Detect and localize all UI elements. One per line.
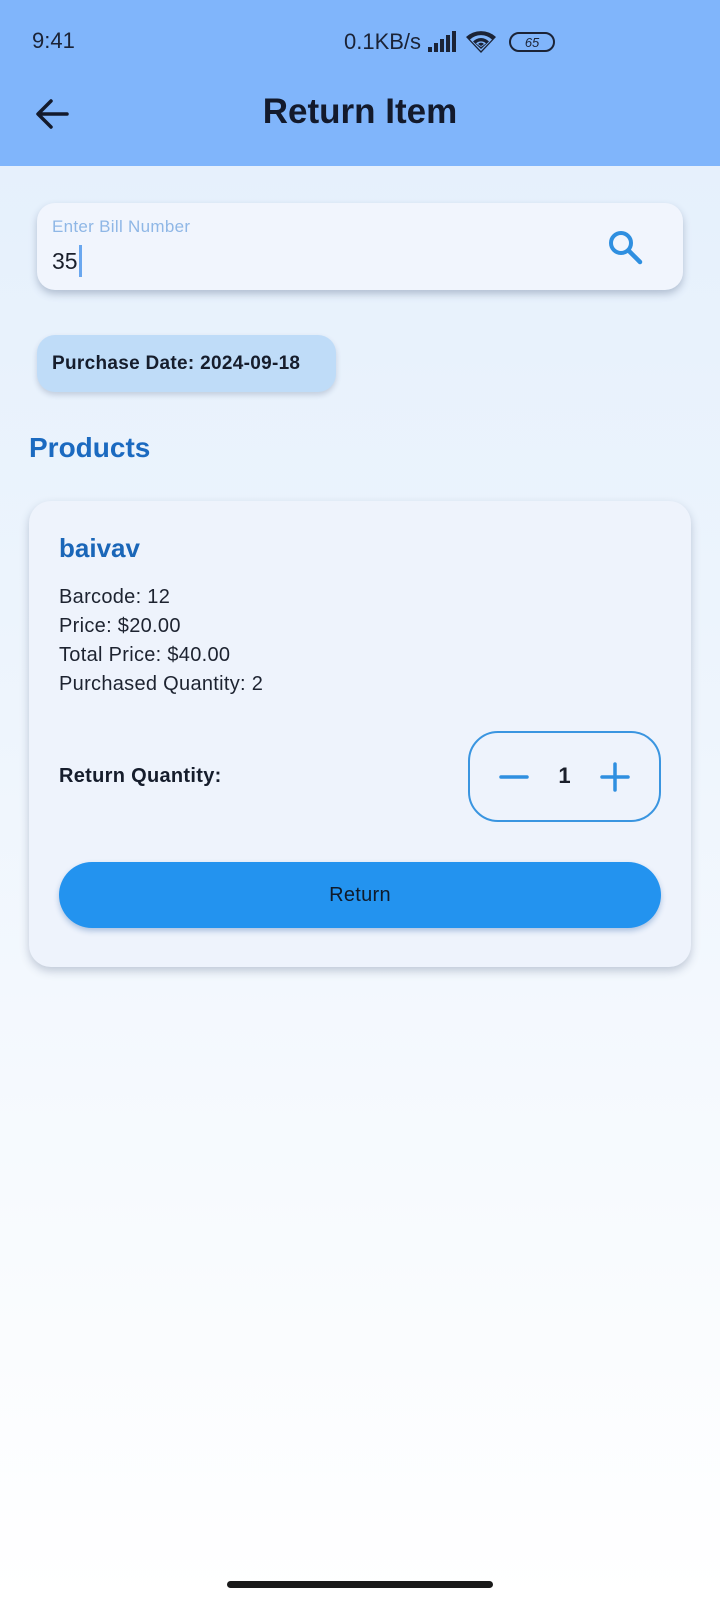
return-quantity-stepper: 1 [468,731,661,822]
increase-quantity-button[interactable] [591,753,639,801]
signal-icon [428,31,457,52]
product-price: Price: $20.00 [59,615,181,637]
product-card: baivav Barcode: 12 Price: $20.00 Total P… [29,501,691,967]
battery-level: 65 [524,34,540,50]
product-purchased-quantity: Purchased Quantity: 2 [59,673,264,695]
bill-number-value: 35 [52,247,78,274]
bill-number-label: Enter Bill Number [52,217,191,236]
status-icons: 0.1KB/s 65 [344,28,556,56]
purchase-date-chip: Purchase Date: 2024-09-18 [37,335,336,392]
products-heading: Products [29,432,151,463]
battery-icon: 65 [509,32,556,52]
text-cursor [78,245,82,277]
status-time: 9:41 [32,28,75,53]
plus-icon [600,762,630,792]
page-title: Return Item [262,92,458,131]
app-bar: 9:41 0.1KB/s 65 Return Item [0,0,720,166]
search-button[interactable] [603,225,647,269]
product-total-price: Total Price: $40.00 [59,644,231,666]
product-name: baivav [59,533,140,563]
home-indicator[interactable] [227,1581,493,1588]
wifi-icon [466,31,497,53]
return-button[interactable]: Return [59,862,661,928]
bill-number-field[interactable]: Enter Bill Number 35 [37,203,683,290]
network-speed: 0.1KB/s [344,29,422,54]
search-icon [609,231,643,265]
return-quantity-label: Return Quantity: [59,765,222,787]
bill-number-input[interactable]: 35 [52,245,82,277]
product-barcode: Barcode: 12 [59,586,171,608]
